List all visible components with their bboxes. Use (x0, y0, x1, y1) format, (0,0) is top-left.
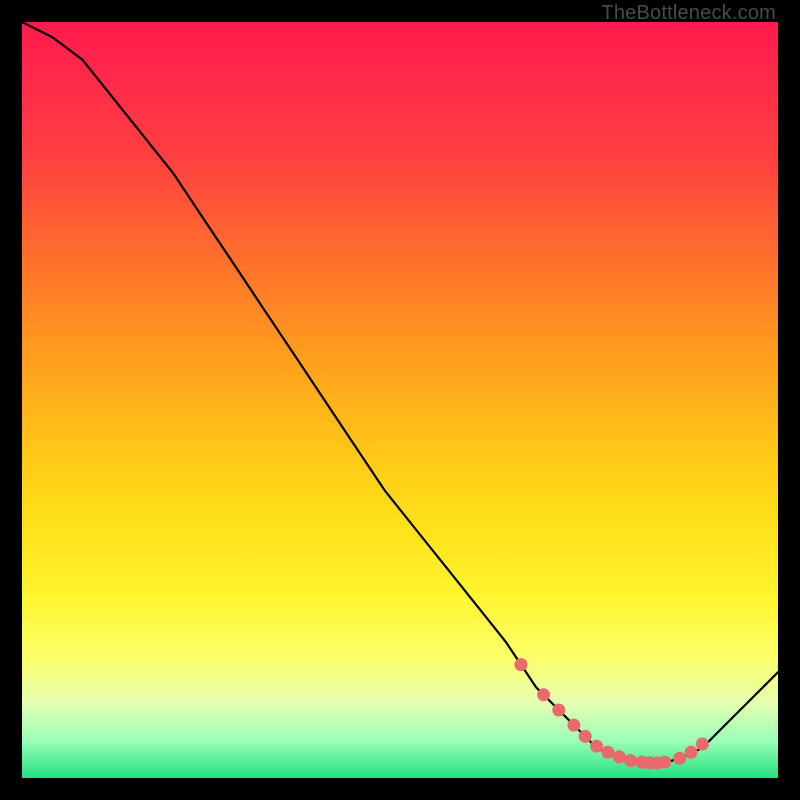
highlight-marker (696, 738, 708, 750)
highlight-markers (515, 659, 708, 769)
highlight-marker (553, 704, 565, 716)
highlight-marker (659, 756, 671, 768)
chart-plot-area (22, 22, 778, 778)
chart-svg (22, 22, 778, 778)
highlight-marker (538, 689, 550, 701)
highlight-marker (613, 751, 625, 763)
highlight-marker (685, 746, 697, 758)
attribution-label: TheBottleneck.com (601, 2, 776, 25)
bottleneck-curve (22, 22, 778, 763)
highlight-marker (515, 659, 527, 671)
highlight-marker (625, 755, 637, 767)
highlight-marker (602, 746, 614, 758)
highlight-marker (579, 730, 591, 742)
chart-frame: TheBottleneck.com (0, 0, 800, 800)
highlight-marker (674, 752, 686, 764)
highlight-marker (568, 719, 580, 731)
highlight-marker (591, 740, 603, 752)
